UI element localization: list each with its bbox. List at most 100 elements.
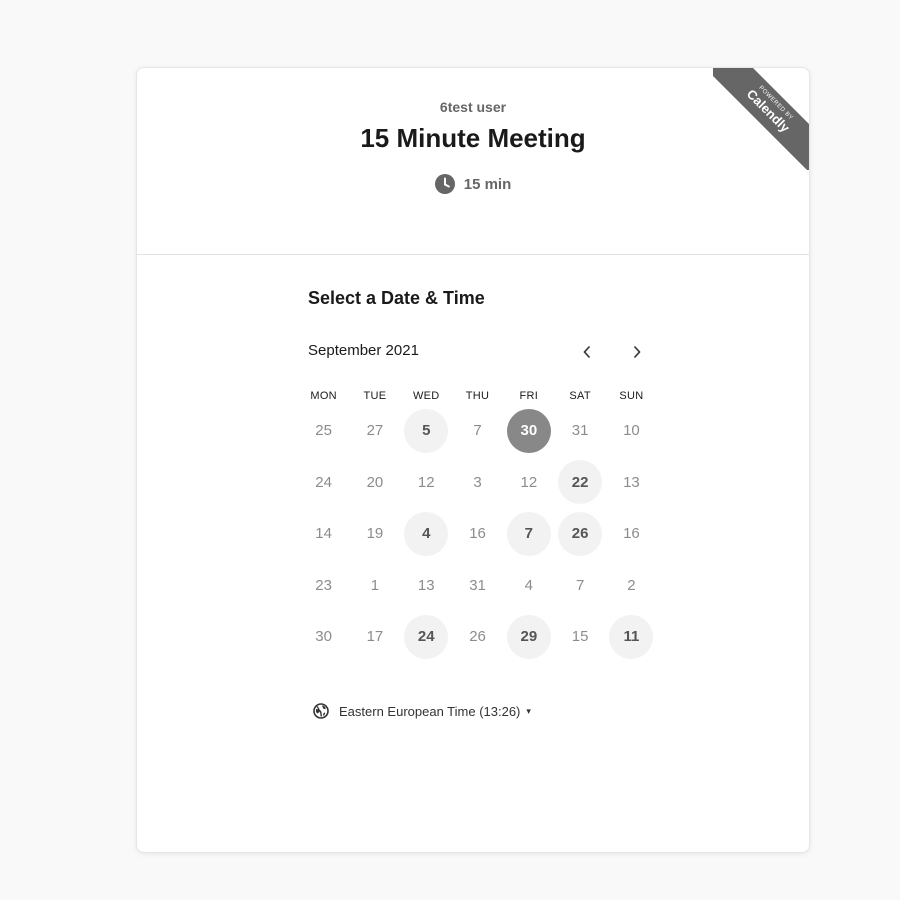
calendar-day-available[interactable]: 5 [401,405,452,457]
calendar-day-number: 31 [571,422,589,440]
calendar-day: 13 [401,560,452,612]
calendar-day-selected[interactable]: 30 [503,405,554,457]
calendar-day-number: 24 [404,614,449,659]
calendar-day-number: 12 [520,473,538,491]
chevron-left-icon [583,345,591,359]
calendar-day-number: 14 [315,525,332,543]
calendar-day-number: 22 [558,460,603,505]
calendar-day-number: 10 [623,422,640,440]
calendar-day-number: 11 [609,614,654,659]
calendar-day-number: 16 [469,525,486,543]
calendar-day: 31 [554,405,605,457]
calendar-day: 10 [606,405,657,457]
calendar-day-available[interactable]: 7 [503,508,554,560]
calendar-day: 15 [554,611,605,663]
calendar-day-available[interactable]: 22 [554,457,605,509]
calendar-day: 17 [349,611,400,663]
caret-down-icon: ▾ [526,705,531,716]
month-label: September 2021 [308,342,419,359]
calendar-day-number: 20 [366,473,384,491]
powered-by-text: POWERED BY [757,85,794,122]
calendar-day: 1 [349,560,400,612]
calendar-day-number: 19 [366,525,384,543]
calendar-day: 25 [298,405,349,457]
calendar-day-number: 24 [315,473,332,491]
next-month-button[interactable] [623,338,651,366]
calendar-day: 26 [452,611,503,663]
calendar-day: 23 [298,560,349,612]
calendar-day-number: 26 [469,628,486,646]
calendar-day-number: 5 [404,408,449,453]
weekday-header-row: MON TUE WED THU FRI SAT SUN [298,390,657,402]
calendar-day-number: 15 [571,628,589,646]
weekday-label: SUN [619,390,644,402]
calendar-day-number: 12 [417,473,435,491]
calendar-day-number: 27 [366,422,384,440]
weekday-label: TUE [363,390,387,402]
calendar-day: 12 [503,457,554,509]
weekday-label: SAT [569,390,591,402]
calendar-day-number: 7 [575,576,585,594]
calendar-day: 20 [349,457,400,509]
powered-by-ribbon[interactable]: POWERED BY Calendly [713,68,809,170]
calendar-day: 24 [298,457,349,509]
calendar-day-number: 25 [315,422,332,440]
calendar-day: 31 [452,560,503,612]
weekday-label: FRI [519,390,539,402]
event-title: 15 Minute Meeting [360,123,586,153]
calendar-week-row: 14 19 4 16 7 26 16 [298,508,657,560]
clock-icon [434,174,455,194]
calendar-day-number: 30 [315,628,332,646]
calendar-day: 13 [606,457,657,509]
chevron-right-icon [633,345,641,359]
calendar-day-number: 3 [473,473,482,491]
calendar-day: 16 [452,508,503,560]
calendar-day-number: 13 [417,576,435,594]
duration-label: 15 min [463,175,512,193]
weekday-label: WED [412,390,440,402]
event-header: 6test user 15 Minute Meeting 15 min [137,68,809,255]
calendar-day-number: 26 [558,511,603,556]
timezone-label: Eastern European Time (13:26) [339,703,521,719]
weekday-label: THU [465,390,490,402]
calendar-day-number: 23 [315,576,332,594]
calendar-day: 7 [554,560,605,612]
calendar-weeks: 25 27 5 7 30 31 10 24 20 12 3 12 22 13 14 19 4 16 7 26 16 23 1… [298,405,657,663]
calendar-day-available[interactable]: 11 [606,611,657,663]
calendar-day: 30 [298,611,349,663]
event-duration: 15 min [434,174,512,194]
calendar-day-number: 16 [623,525,640,543]
calendar-day-number: 7 [473,422,482,440]
calendar-day-number: 4 [404,511,449,556]
prev-month-button[interactable] [573,338,601,366]
weekday-label: MON [310,390,337,402]
calendar-day-available[interactable]: 4 [401,508,452,560]
calendar-day-number: 30 [506,408,551,453]
calendar-day-available[interactable]: 26 [554,508,605,560]
calendar-day-number: 4 [524,576,533,594]
calendar-day: 12 [401,457,452,509]
calendar-day-number: 1 [370,576,380,594]
globe-icon [313,703,329,719]
booking-card: POWERED BY Calendly 6test user 15 Minute… [136,67,810,853]
calendar-day: 16 [606,508,657,560]
powered-by-badge[interactable]: POWERED BY Calendly [713,68,809,170]
calendar-day: 3 [452,457,503,509]
calendar-week-row: 23 1 13 31 4 7 2 [298,560,657,612]
calendar-day-available[interactable]: 24 [401,611,452,663]
calendar-day-number: 2 [627,576,636,594]
calendar-week-row: 25 27 5 7 30 31 10 [298,405,657,457]
calendar-day: 4 [503,560,554,612]
calendar-day-number: 7 [506,511,551,556]
calendar-day: 7 [452,405,503,457]
select-date-title: Select a Date & Time [308,288,485,308]
calendar-week-row: 30 17 24 26 29 15 11 [298,611,657,663]
timezone-selector[interactable]: Eastern European Time (13:26) ▾ [313,703,531,719]
calendar-day-available[interactable]: 29 [503,611,554,663]
calendar-grid: MON TUE WED THU FRI SAT SUN 25 27 5 7 30 31 10 24 20 12… [298,390,657,663]
calendar-day: 27 [349,405,400,457]
calendar-day: 19 [349,508,400,560]
calendar-week-row: 24 20 12 3 12 22 13 [298,457,657,509]
calendar-day-number: 29 [506,614,551,659]
host-name: 6test user [439,99,507,115]
